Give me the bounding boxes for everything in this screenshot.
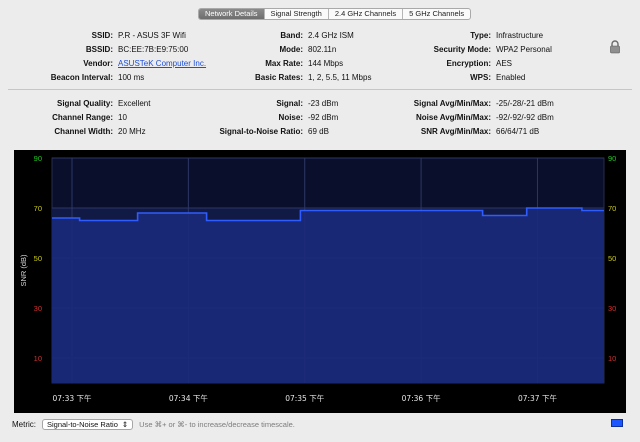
- y-tick-label-left: 50: [34, 254, 42, 263]
- snr-area: [52, 208, 604, 383]
- detail-label: Max Rate:: [265, 59, 303, 68]
- stat-label: Noise:: [278, 113, 303, 122]
- y-tick-label-left: 10: [34, 354, 42, 363]
- y-axis-label: SNR (dB): [19, 254, 28, 287]
- metric-label: Metric:: [12, 419, 36, 429]
- tab-5ghz-channels[interactable]: 5 GHz Channels: [403, 9, 470, 19]
- y-tick-label-right: 30: [608, 304, 616, 313]
- detail-label: Mode:: [279, 45, 303, 54]
- detail-label: Beacon Interval:: [50, 73, 113, 82]
- series-color-swatch[interactable]: [611, 419, 623, 427]
- detail-value: 100 ms: [118, 73, 145, 82]
- stat-label: Signal:: [276, 99, 303, 108]
- stat-value: -92/-92/-92 dBm: [496, 113, 554, 122]
- stat-value: 10: [118, 113, 127, 122]
- detail-value: 2.4 GHz ISM: [308, 31, 354, 40]
- metric-select[interactable]: Signal-to-Noise Ratio ⇕: [42, 418, 134, 430]
- network-details-panel: SSID: P.R - ASUS 3F Wifi BSSID: BC:EE:7B…: [0, 30, 640, 90]
- x-tick-label: 07:34 下午: [169, 393, 208, 403]
- x-tick-label: 07:36 下午: [402, 393, 441, 403]
- detail-value: P.R - ASUS 3F Wifi: [118, 31, 186, 40]
- x-tick-label: 07:37 下午: [518, 393, 557, 403]
- tab-signal-strength[interactable]: Signal Strength: [265, 9, 329, 19]
- x-tick-label: 07:33 下午: [53, 393, 92, 403]
- y-tick-label-left: 30: [34, 304, 42, 313]
- stat-label: Signal-to-Noise Ratio:: [219, 127, 303, 136]
- stat-value: -25/-28/-21 dBm: [496, 99, 554, 108]
- detail-value: BC:EE:7B:E9:75:00: [118, 45, 189, 54]
- y-tick-label-right: 50: [608, 254, 616, 263]
- stat-label: Channel Range:: [52, 113, 113, 122]
- detail-value: Enabled: [496, 73, 526, 82]
- stat-label: Channel Width:: [54, 127, 113, 136]
- detail-value: 144 Mbps: [308, 59, 344, 68]
- detail-label: Type:: [470, 31, 491, 40]
- detail-label: WPS:: [470, 73, 491, 82]
- y-tick-label-left: 90: [34, 154, 42, 163]
- stat-value: -23 dBm: [308, 99, 339, 108]
- detail-value: AES: [496, 59, 513, 68]
- tab-24ghz-channels[interactable]: 2.4 GHz Channels: [329, 9, 404, 19]
- detail-label: Band:: [280, 31, 303, 40]
- timescale-hint: Use ⌘+ or ⌘- to increase/decrease timesc…: [139, 419, 295, 429]
- metric-bar: Metric: Signal-to-Noise Ratio ⇕ Use ⌘+ o…: [12, 418, 295, 430]
- lock-icon: [610, 40, 620, 54]
- stat-label: Signal Quality:: [56, 99, 113, 108]
- tab-network-details[interactable]: Network Details: [199, 9, 265, 19]
- updown-arrow-icon: ⇕: [121, 419, 129, 429]
- y-tick-label-right: 90: [608, 154, 616, 163]
- stat-value: 66/64/71 dB: [496, 127, 540, 136]
- divider: [8, 89, 632, 90]
- detail-value: 802.11n: [308, 45, 337, 54]
- signal-stats-panel: Signal Quality: Excellent Channel Range:…: [0, 98, 640, 144]
- detail-label: Vendor:: [83, 59, 113, 68]
- stat-value: -92 dBm: [308, 113, 339, 122]
- stat-label: Noise Avg/Min/Max:: [416, 113, 491, 122]
- y-tick-label-right: 10: [608, 354, 616, 363]
- detail-value: Infrastructure: [496, 31, 544, 40]
- stat-label: Signal Avg/Min/Max:: [413, 99, 491, 108]
- metric-select-value: Signal-to-Noise Ratio: [47, 419, 118, 429]
- y-tick-label-right: 70: [608, 204, 616, 213]
- snr-chart: 90 90 70 70 50 50 30 30 10 10 SNR (dB) 07:33 下午 07:3…: [19, 154, 616, 403]
- detail-value: 1, 2, 5.5, 11 Mbps: [308, 73, 372, 82]
- x-tick-label: 07:35 下午: [285, 393, 324, 403]
- detail-label: SSID:: [91, 31, 113, 40]
- stat-value: 20 MHz: [118, 127, 146, 136]
- stat-value: Excellent: [118, 99, 151, 108]
- detail-label: Encryption:: [446, 59, 491, 68]
- y-tick-label-left: 70: [34, 204, 42, 213]
- stat-value: 69 dB: [308, 127, 329, 136]
- detail-label: Security Mode:: [433, 45, 491, 54]
- tab-bar: Network Details Signal Strength 2.4 GHz …: [198, 8, 472, 20]
- stat-label: SNR Avg/Min/Max:: [420, 127, 491, 136]
- detail-label: Basic Rates:: [254, 73, 303, 82]
- snr-chart-panel: 90 90 70 70 50 50 30 30 10 10 SNR (dB) 07:33 下午 07:3…: [14, 150, 626, 413]
- detail-value: WPA2 Personal: [496, 45, 552, 54]
- detail-label: BSSID:: [85, 45, 113, 54]
